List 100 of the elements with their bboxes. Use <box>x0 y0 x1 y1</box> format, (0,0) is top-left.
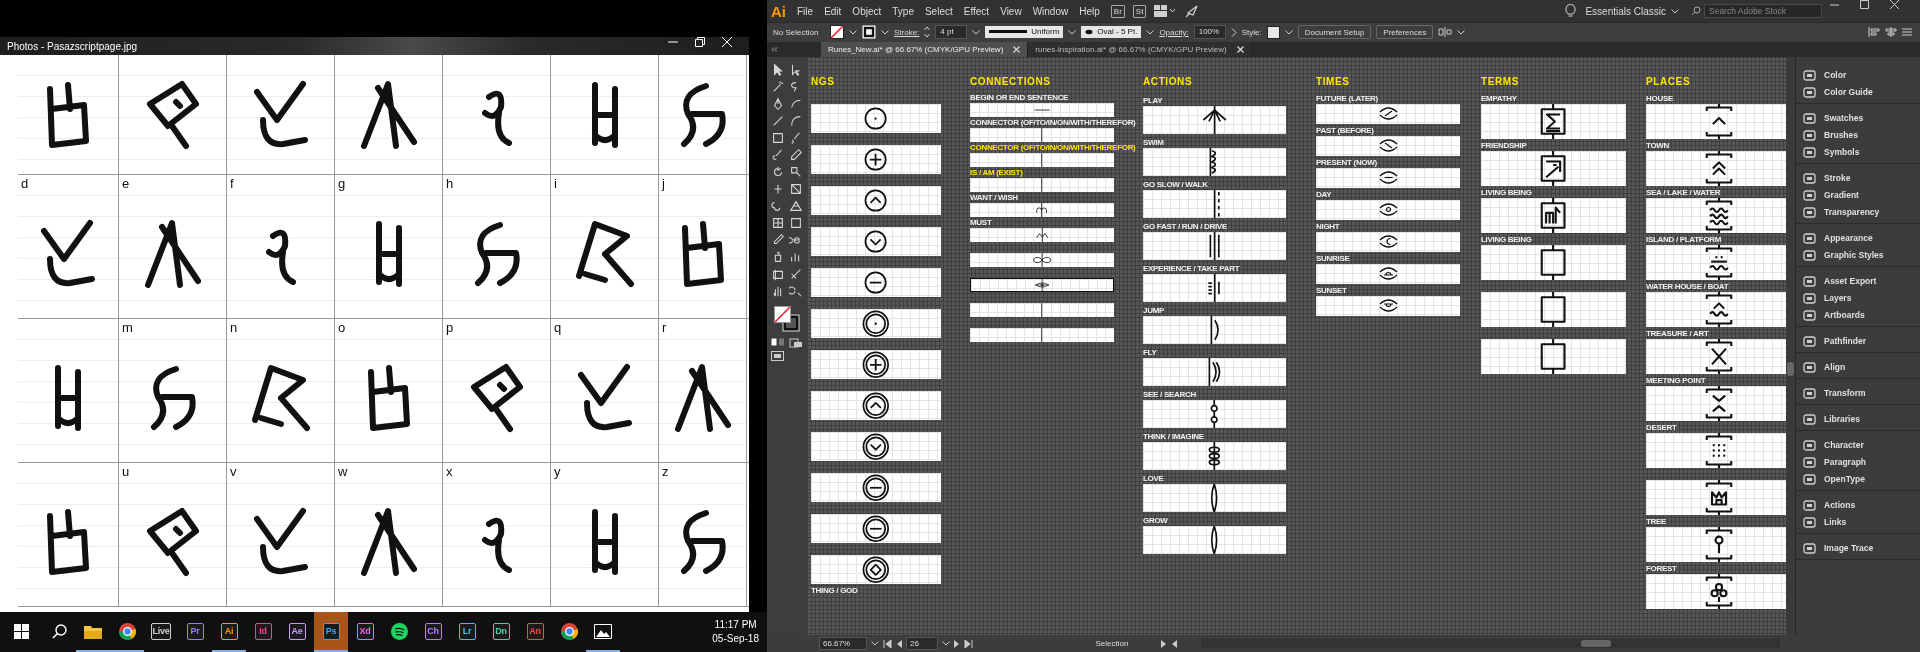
taskbar-button[interactable]: Ch <box>416 612 450 652</box>
app-tile: Ch <box>424 622 442 640</box>
letter-label: h <box>446 177 454 191</box>
toolbar-button[interactable]: Preferences <box>1376 25 1434 40</box>
bridge-button[interactable]: Br <box>1110 4 1125 18</box>
rune-label: SEE / SEARCH <box>1143 389 1196 400</box>
menu-item[interactable]: View <box>1000 5 1022 17</box>
opacity-label[interactable]: Opacity: <box>1159 28 1189 37</box>
app-tile: Pr <box>186 622 204 640</box>
panel-item[interactable]: Stroke <box>1796 169 1920 187</box>
panel-item[interactable]: Appearance <box>1796 229 1920 247</box>
rune-label: FUTURE (LATER) <box>1316 93 1378 104</box>
zoom-field[interactable]: 66.67% <box>819 637 867 650</box>
rune-label: FLY <box>1143 347 1157 358</box>
app-tile: Ae <box>288 622 306 640</box>
menu-item[interactable]: Object <box>852 5 882 17</box>
menu-item[interactable]: Select <box>924 5 953 17</box>
panel-item[interactable]: Swatches <box>1796 109 1920 127</box>
app-tile: An <box>526 622 544 640</box>
column-heading: ACTIONS <box>1143 75 1193 88</box>
column-heading: NGS <box>811 75 835 88</box>
stock-search-field[interactable]: Search Adobe Stock <box>1704 4 1822 18</box>
menu-item[interactable]: Window <box>1032 5 1069 17</box>
panel-item[interactable]: Character <box>1796 436 1920 454</box>
rune-label: TREASURE / ART <box>1646 328 1709 339</box>
app-tile: Dn <box>492 622 510 640</box>
menu-item[interactable]: File <box>797 5 814 17</box>
menu-item[interactable]: Edit <box>824 5 842 17</box>
rune-label: WANT / WISH <box>970 192 1018 203</box>
window-title: Photos - Pasazscriptpage.jpg <box>7 40 138 52</box>
letter-label: j <box>662 177 665 191</box>
rune-label: PAST (BEFORE) <box>1316 125 1374 136</box>
taskbar-button[interactable]: Lr <box>450 612 484 652</box>
taskbar-button[interactable]: Live <box>144 612 178 652</box>
rune-label: FRIENDSHIP <box>1481 140 1527 151</box>
rune-label: SUNSET <box>1316 285 1347 296</box>
rune-label: GO FAST / RUN / DRIVE <box>1143 221 1227 232</box>
app-tile: Xd <box>356 622 374 640</box>
app-tile: Id <box>254 622 272 640</box>
style-label: Style: <box>1241 28 1262 37</box>
panel-item[interactable]: OpenType <box>1796 470 1920 488</box>
rune-label: CONNECTOR (OF/TO/IN/ON/WITH/THEREFOR) <box>970 117 1136 128</box>
panel-item[interactable]: Brushes <box>1796 126 1920 144</box>
panel-item[interactable]: Gradient <box>1796 186 1920 204</box>
taskbar-button[interactable]: An <box>518 612 552 652</box>
panel-item[interactable]: Layers <box>1796 289 1920 307</box>
stroke-label[interactable]: Stroke: <box>894 28 920 37</box>
rune-label: LOVE <box>1143 473 1164 484</box>
panel-item[interactable]: Links <box>1796 513 1920 531</box>
panel-item[interactable]: Transparency <box>1796 203 1920 221</box>
menu-item[interactable]: Type <box>892 5 914 17</box>
column-heading: TIMES <box>1316 75 1350 88</box>
panel-item[interactable]: Pathfinder <box>1796 332 1920 350</box>
artboard-number-field[interactable]: 26 <box>906 637 938 650</box>
rune-label: GO SLOW / WALK <box>1143 179 1208 190</box>
taskbar-button[interactable]: Xd <box>348 612 382 652</box>
toolbar-button[interactable]: Document Setup <box>1297 25 1372 40</box>
letter-label: f <box>230 177 234 191</box>
rune-label: THING / GOD <box>811 585 858 596</box>
letter-label: d <box>21 177 29 191</box>
app-tile: Live <box>150 622 172 640</box>
letter-label: i <box>554 177 557 191</box>
taskbar-button[interactable]: Id <box>246 612 280 652</box>
panel-item[interactable]: Libraries <box>1796 410 1920 428</box>
menu-item[interactable]: Help <box>1079 5 1100 17</box>
brush-dropdown[interactable]: Oval - 5 Pt. <box>1081 26 1142 39</box>
current-tool-label: Selection <box>1094 639 1130 648</box>
taskbar-button[interactable]: Ae <box>280 612 314 652</box>
panel-item[interactable]: Asset Export <box>1796 272 1920 290</box>
rune-label: EXPERIENCE / TAKE PART <box>1143 263 1240 274</box>
panel-item[interactable]: Align <box>1796 358 1920 376</box>
taskbar-button[interactable]: Ps <box>314 612 348 652</box>
column-heading: TERMS <box>1481 75 1519 88</box>
app-logo: Ai <box>771 2 787 20</box>
menu-item[interactable]: Effect <box>963 5 990 17</box>
panel-item[interactable]: Transform <box>1796 384 1920 402</box>
workspace-dropdown[interactable]: Essentials Classic <box>1585 5 1679 17</box>
rune-label: LIVING BEING <box>1481 187 1532 198</box>
panel-item[interactable]: Graphic Styles <box>1796 246 1920 264</box>
taskbar-button[interactable]: Pr <box>178 612 212 652</box>
variable-width-dropdown[interactable]: Uniform <box>985 26 1064 39</box>
panel-item[interactable]: Paragraph <box>1796 453 1920 471</box>
taskbar-button[interactable]: Dn <box>484 612 518 652</box>
selection-status: No Selection <box>773 28 820 37</box>
panel-item[interactable]: Artboards <box>1796 306 1920 324</box>
rune-label: ISLAND / PLATFORM <box>1646 234 1722 245</box>
stroke-weight-field[interactable]: 4 pt <box>935 25 968 40</box>
stock-button[interactable]: St <box>1132 4 1147 18</box>
taskbar-button[interactable]: Ai <box>212 612 246 652</box>
rune-label: SEA / LAKE / WATER <box>1646 187 1721 198</box>
rune-label: BEGIN OR END SENTENCE <box>970 92 1069 103</box>
panel-item[interactable]: Symbols <box>1796 143 1920 161</box>
app-tile: Ps <box>322 622 340 640</box>
panel-item[interactable]: Actions <box>1796 496 1920 514</box>
rune-label: WATER HOUSE / BOAT <box>1646 281 1729 292</box>
opacity-field[interactable]: 100% <box>1193 25 1226 40</box>
app-tile: Ai <box>220 622 238 640</box>
panel-item[interactable]: Color Guide <box>1796 83 1920 101</box>
panel-item[interactable]: Color <box>1796 66 1920 84</box>
panel-item[interactable]: Image Trace <box>1796 539 1920 557</box>
